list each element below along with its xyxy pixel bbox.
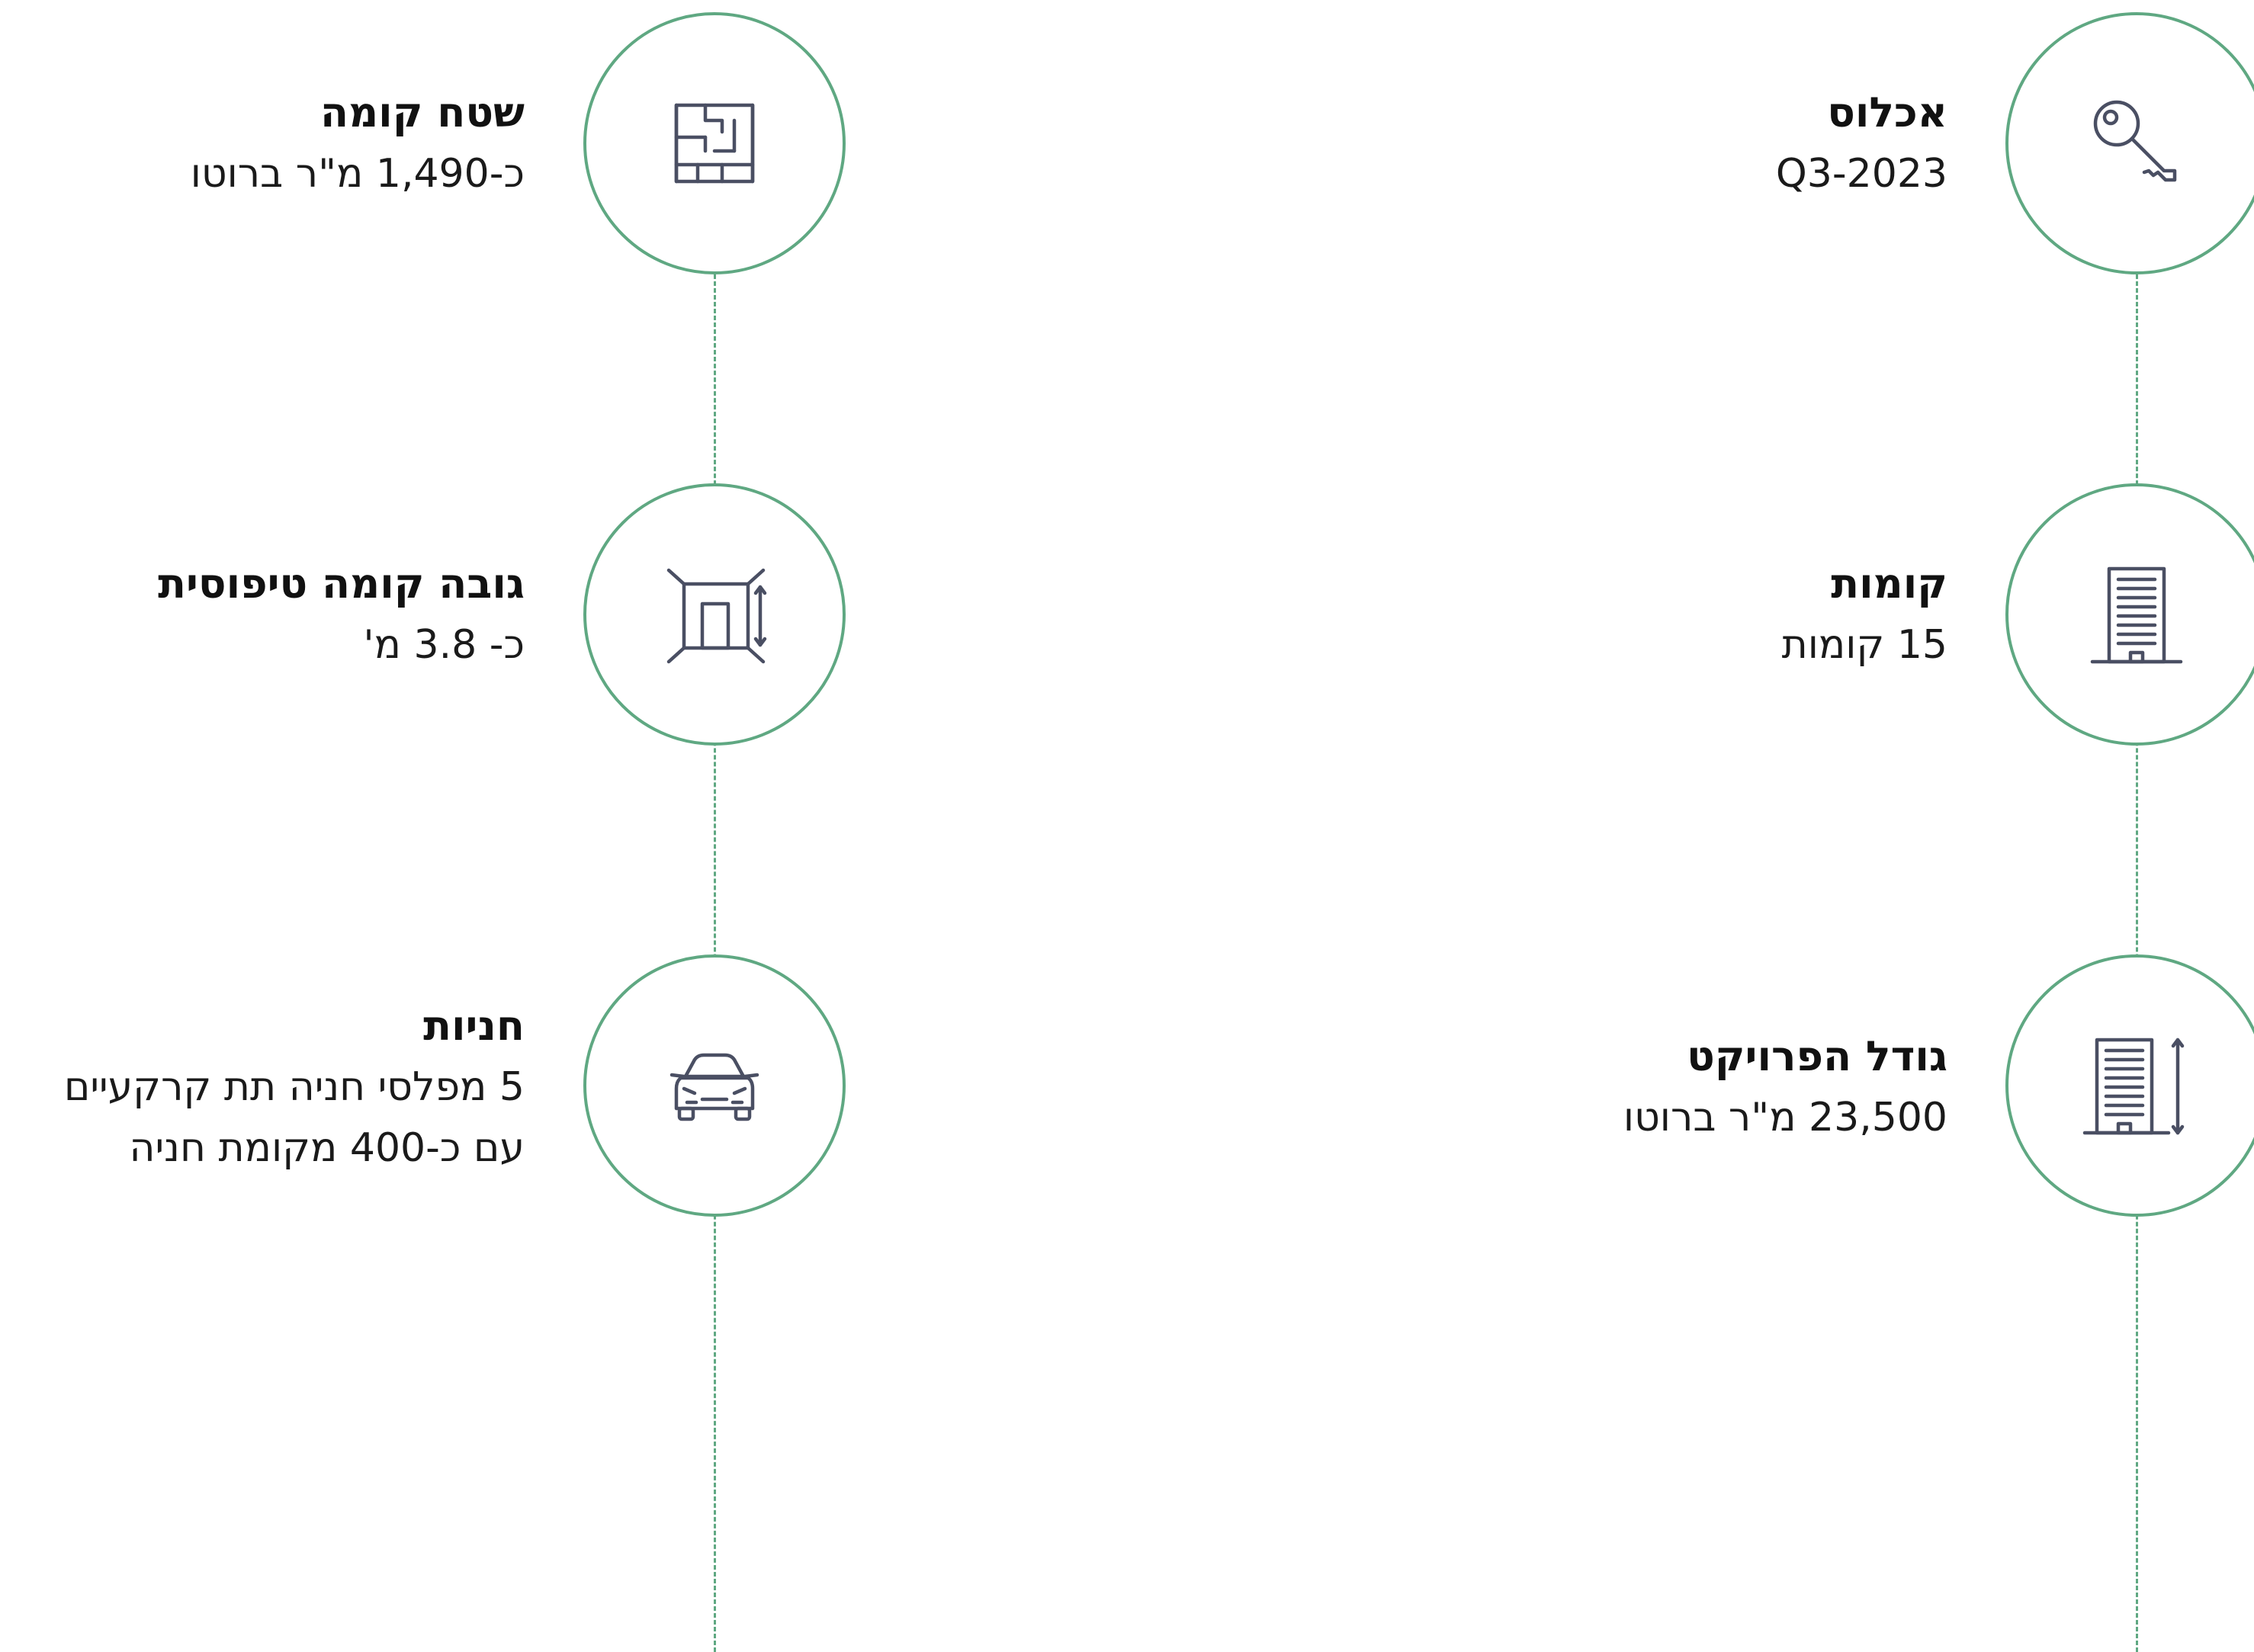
- occupancy-info: אכלוס Q3-2023: [1776, 82, 1947, 204]
- floor-area-title: שטח קומה: [320, 88, 525, 136]
- floor-area-info: שטח קומה כ-1,490 מ"ר ברוטו: [191, 82, 525, 204]
- parking-value-line2: עם כ-400 מקומת חניה: [129, 1125, 525, 1171]
- ceiling-height-value: כ- 3.8 מ': [363, 622, 525, 668]
- project-size-circle: [2005, 954, 2254, 1217]
- occupancy-value: Q3-2023: [1775, 151, 1947, 197]
- ceiling-height-icon: [666, 568, 767, 664]
- car-icon: [669, 1053, 759, 1121]
- ceiling-height-title: גובה קומה טיפוסית: [158, 560, 525, 608]
- project-specs: שטח קומה כ-1,490 מ"ר ברוטו גובה קומה טיפ…: [0, 0, 2254, 1652]
- floor-area-value: כ-1,490 מ"ר ברוטו: [190, 151, 525, 197]
- building-icon: [2090, 566, 2183, 664]
- project-size-info: גודל הפרויקט 23,500 מ"ר ברוטו: [1623, 1026, 1947, 1148]
- ceiling-height-info: גובה קומה טיפוסית כ- 3.8 מ': [158, 553, 525, 675]
- parking-info: חניות 5 מפלסי חניה תת קרקעיים עם כ-400 מ…: [64, 996, 525, 1179]
- floors-circle: [2005, 483, 2254, 746]
- floors-value: 15 קומות: [1781, 622, 1947, 668]
- project-size-value: 23,500 מ"ר ברוטו: [1623, 1095, 1947, 1140]
- floors-info: קומות 15 קומות: [1782, 553, 1947, 675]
- key-icon: [2093, 100, 2177, 182]
- building-height-icon: [2082, 1038, 2185, 1135]
- project-size-title: גודל הפרויקט: [1687, 1032, 1947, 1080]
- floor-plan-icon: [674, 103, 755, 184]
- parking-title: חניות: [423, 1002, 525, 1050]
- floor-area-circle: [583, 12, 846, 274]
- occupancy-title: אכלוס: [1827, 88, 1947, 136]
- occupancy-circle: [2005, 12, 2254, 274]
- parking-value-line1: 5 מפלסי חניה תת קרקעיים: [63, 1064, 525, 1110]
- parking-circle: [583, 954, 846, 1217]
- ceiling-height-circle: [583, 483, 846, 746]
- floors-title: קומות: [1831, 560, 1947, 608]
